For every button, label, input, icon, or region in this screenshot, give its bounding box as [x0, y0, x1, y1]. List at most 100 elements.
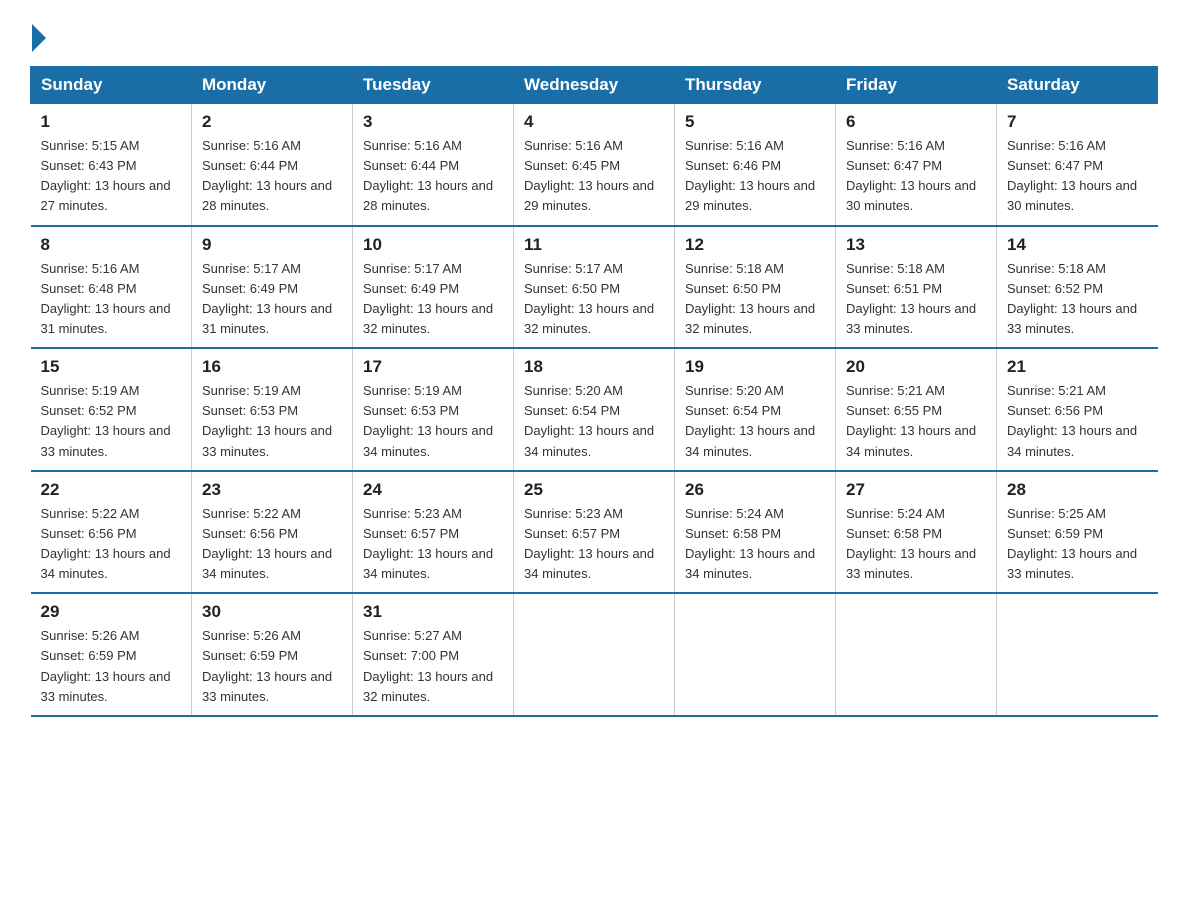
day-info: Sunrise: 5:22 AMSunset: 6:56 PMDaylight:…	[202, 506, 332, 581]
day-cell: 23 Sunrise: 5:22 AMSunset: 6:56 PMDaylig…	[192, 471, 353, 594]
header-cell-tuesday: Tuesday	[353, 67, 514, 104]
day-cell: 31 Sunrise: 5:27 AMSunset: 7:00 PMDaylig…	[353, 593, 514, 716]
day-cell: 24 Sunrise: 5:23 AMSunset: 6:57 PMDaylig…	[353, 471, 514, 594]
day-number: 19	[685, 357, 825, 377]
day-info: Sunrise: 5:27 AMSunset: 7:00 PMDaylight:…	[363, 628, 493, 703]
day-cell: 2 Sunrise: 5:16 AMSunset: 6:44 PMDayligh…	[192, 104, 353, 226]
day-number: 4	[524, 112, 664, 132]
day-number: 23	[202, 480, 342, 500]
day-info: Sunrise: 5:18 AMSunset: 6:52 PMDaylight:…	[1007, 261, 1137, 336]
header-cell-sunday: Sunday	[31, 67, 192, 104]
day-info: Sunrise: 5:25 AMSunset: 6:59 PMDaylight:…	[1007, 506, 1137, 581]
day-info: Sunrise: 5:24 AMSunset: 6:58 PMDaylight:…	[846, 506, 976, 581]
day-number: 13	[846, 235, 986, 255]
day-cell: 1 Sunrise: 5:15 AMSunset: 6:43 PMDayligh…	[31, 104, 192, 226]
logo	[30, 20, 46, 46]
day-number: 15	[41, 357, 182, 377]
week-row-3: 15 Sunrise: 5:19 AMSunset: 6:52 PMDaylig…	[31, 348, 1158, 471]
day-cell: 3 Sunrise: 5:16 AMSunset: 6:44 PMDayligh…	[353, 104, 514, 226]
day-cell: 5 Sunrise: 5:16 AMSunset: 6:46 PMDayligh…	[675, 104, 836, 226]
day-info: Sunrise: 5:26 AMSunset: 6:59 PMDaylight:…	[202, 628, 332, 703]
day-info: Sunrise: 5:16 AMSunset: 6:47 PMDaylight:…	[846, 138, 976, 213]
week-row-5: 29 Sunrise: 5:26 AMSunset: 6:59 PMDaylig…	[31, 593, 1158, 716]
day-number: 29	[41, 602, 182, 622]
calendar-header: SundayMondayTuesdayWednesdayThursdayFrid…	[31, 67, 1158, 104]
day-info: Sunrise: 5:18 AMSunset: 6:50 PMDaylight:…	[685, 261, 815, 336]
day-cell: 22 Sunrise: 5:22 AMSunset: 6:56 PMDaylig…	[31, 471, 192, 594]
day-info: Sunrise: 5:16 AMSunset: 6:45 PMDaylight:…	[524, 138, 654, 213]
day-cell: 25 Sunrise: 5:23 AMSunset: 6:57 PMDaylig…	[514, 471, 675, 594]
page-header	[30, 20, 1158, 46]
day-info: Sunrise: 5:23 AMSunset: 6:57 PMDaylight:…	[363, 506, 493, 581]
day-number: 22	[41, 480, 182, 500]
day-number: 18	[524, 357, 664, 377]
day-number: 8	[41, 235, 182, 255]
day-number: 31	[363, 602, 503, 622]
day-cell: 7 Sunrise: 5:16 AMSunset: 6:47 PMDayligh…	[997, 104, 1158, 226]
day-cell: 9 Sunrise: 5:17 AMSunset: 6:49 PMDayligh…	[192, 226, 353, 349]
day-cell: 18 Sunrise: 5:20 AMSunset: 6:54 PMDaylig…	[514, 348, 675, 471]
day-number: 27	[846, 480, 986, 500]
day-cell	[997, 593, 1158, 716]
day-info: Sunrise: 5:23 AMSunset: 6:57 PMDaylight:…	[524, 506, 654, 581]
day-cell: 13 Sunrise: 5:18 AMSunset: 6:51 PMDaylig…	[836, 226, 997, 349]
day-info: Sunrise: 5:15 AMSunset: 6:43 PMDaylight:…	[41, 138, 171, 213]
day-number: 7	[1007, 112, 1148, 132]
day-number: 24	[363, 480, 503, 500]
day-cell: 21 Sunrise: 5:21 AMSunset: 6:56 PMDaylig…	[997, 348, 1158, 471]
day-info: Sunrise: 5:17 AMSunset: 6:49 PMDaylight:…	[363, 261, 493, 336]
day-number: 6	[846, 112, 986, 132]
day-cell	[514, 593, 675, 716]
day-number: 1	[41, 112, 182, 132]
day-cell: 14 Sunrise: 5:18 AMSunset: 6:52 PMDaylig…	[997, 226, 1158, 349]
day-info: Sunrise: 5:24 AMSunset: 6:58 PMDaylight:…	[685, 506, 815, 581]
day-number: 26	[685, 480, 825, 500]
week-row-4: 22 Sunrise: 5:22 AMSunset: 6:56 PMDaylig…	[31, 471, 1158, 594]
header-cell-wednesday: Wednesday	[514, 67, 675, 104]
day-info: Sunrise: 5:16 AMSunset: 6:48 PMDaylight:…	[41, 261, 171, 336]
day-number: 20	[846, 357, 986, 377]
day-number: 17	[363, 357, 503, 377]
day-info: Sunrise: 5:17 AMSunset: 6:50 PMDaylight:…	[524, 261, 654, 336]
day-info: Sunrise: 5:20 AMSunset: 6:54 PMDaylight:…	[685, 383, 815, 458]
day-cell: 20 Sunrise: 5:21 AMSunset: 6:55 PMDaylig…	[836, 348, 997, 471]
day-number: 14	[1007, 235, 1148, 255]
day-info: Sunrise: 5:20 AMSunset: 6:54 PMDaylight:…	[524, 383, 654, 458]
day-number: 9	[202, 235, 342, 255]
week-row-1: 1 Sunrise: 5:15 AMSunset: 6:43 PMDayligh…	[31, 104, 1158, 226]
header-cell-monday: Monday	[192, 67, 353, 104]
day-number: 2	[202, 112, 342, 132]
day-number: 28	[1007, 480, 1148, 500]
day-cell	[675, 593, 836, 716]
day-info: Sunrise: 5:16 AMSunset: 6:44 PMDaylight:…	[202, 138, 332, 213]
day-number: 21	[1007, 357, 1148, 377]
day-info: Sunrise: 5:19 AMSunset: 6:53 PMDaylight:…	[363, 383, 493, 458]
day-info: Sunrise: 5:16 AMSunset: 6:44 PMDaylight:…	[363, 138, 493, 213]
week-row-2: 8 Sunrise: 5:16 AMSunset: 6:48 PMDayligh…	[31, 226, 1158, 349]
day-cell: 19 Sunrise: 5:20 AMSunset: 6:54 PMDaylig…	[675, 348, 836, 471]
calendar-body: 1 Sunrise: 5:15 AMSunset: 6:43 PMDayligh…	[31, 104, 1158, 716]
day-info: Sunrise: 5:19 AMSunset: 6:52 PMDaylight:…	[41, 383, 171, 458]
day-cell: 12 Sunrise: 5:18 AMSunset: 6:50 PMDaylig…	[675, 226, 836, 349]
day-cell: 26 Sunrise: 5:24 AMSunset: 6:58 PMDaylig…	[675, 471, 836, 594]
day-number: 25	[524, 480, 664, 500]
day-number: 30	[202, 602, 342, 622]
day-cell: 16 Sunrise: 5:19 AMSunset: 6:53 PMDaylig…	[192, 348, 353, 471]
day-cell: 29 Sunrise: 5:26 AMSunset: 6:59 PMDaylig…	[31, 593, 192, 716]
header-cell-saturday: Saturday	[997, 67, 1158, 104]
calendar-table: SundayMondayTuesdayWednesdayThursdayFrid…	[30, 66, 1158, 717]
day-number: 10	[363, 235, 503, 255]
day-number: 11	[524, 235, 664, 255]
day-cell: 27 Sunrise: 5:24 AMSunset: 6:58 PMDaylig…	[836, 471, 997, 594]
header-cell-thursday: Thursday	[675, 67, 836, 104]
day-cell: 11 Sunrise: 5:17 AMSunset: 6:50 PMDaylig…	[514, 226, 675, 349]
day-info: Sunrise: 5:21 AMSunset: 6:55 PMDaylight:…	[846, 383, 976, 458]
day-info: Sunrise: 5:19 AMSunset: 6:53 PMDaylight:…	[202, 383, 332, 458]
day-number: 16	[202, 357, 342, 377]
day-info: Sunrise: 5:17 AMSunset: 6:49 PMDaylight:…	[202, 261, 332, 336]
day-info: Sunrise: 5:16 AMSunset: 6:47 PMDaylight:…	[1007, 138, 1137, 213]
day-info: Sunrise: 5:16 AMSunset: 6:46 PMDaylight:…	[685, 138, 815, 213]
header-cell-friday: Friday	[836, 67, 997, 104]
header-row: SundayMondayTuesdayWednesdayThursdayFrid…	[31, 67, 1158, 104]
day-cell: 6 Sunrise: 5:16 AMSunset: 6:47 PMDayligh…	[836, 104, 997, 226]
